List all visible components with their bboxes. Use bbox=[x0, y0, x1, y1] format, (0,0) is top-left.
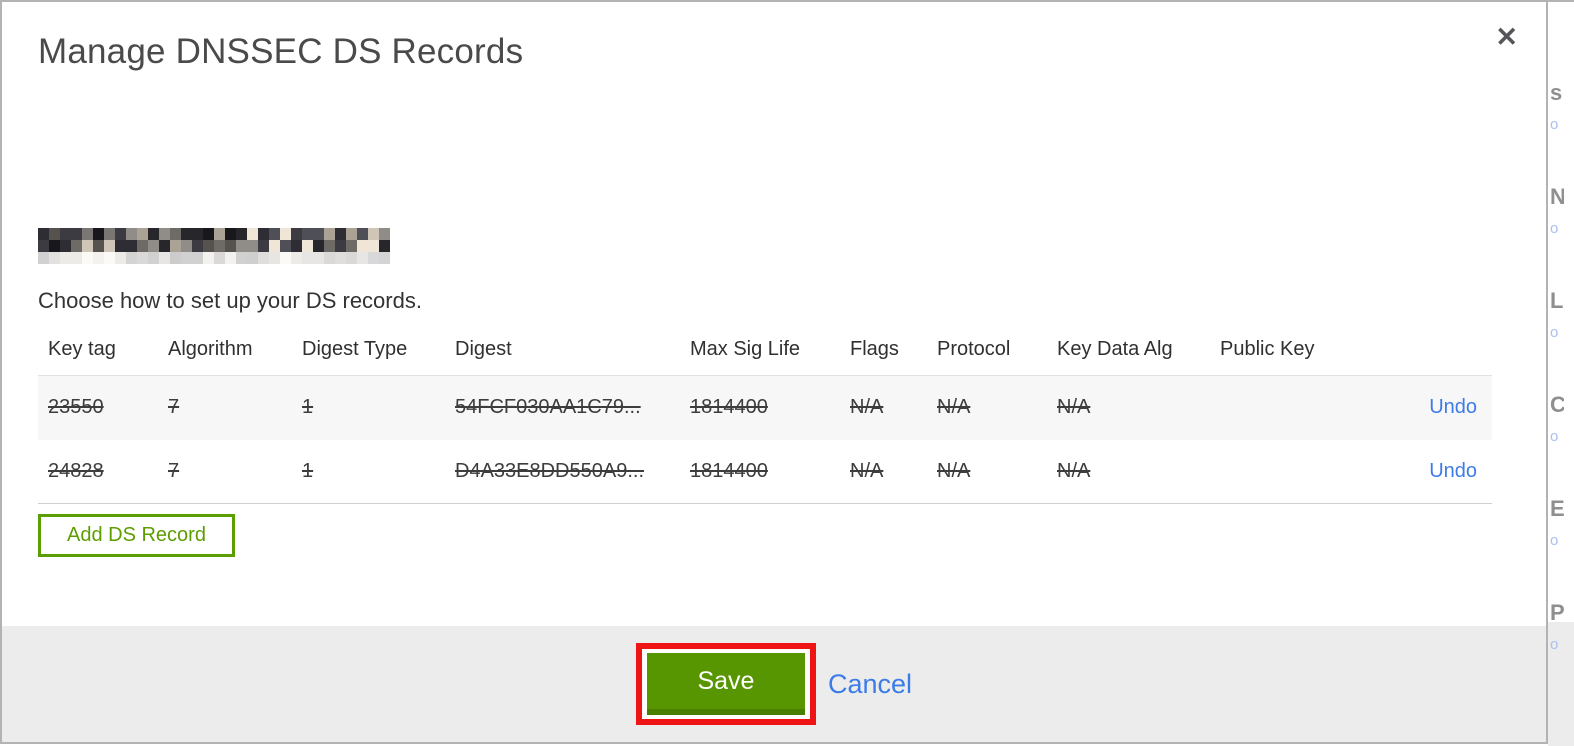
dnssec-ds-records-modal: Manage DNSSEC DS Records ✕ Choose how to… bbox=[0, 0, 1548, 744]
background-page-strip: soNoLoCoEoPo bbox=[1548, 0, 1574, 746]
edge-link-fragment: o bbox=[1550, 324, 1559, 341]
col-header-protocol: Protocol bbox=[937, 338, 1011, 360]
cell-digest: D4A33E8DD550A9... bbox=[455, 459, 645, 482]
edge-link-fragment: o bbox=[1550, 532, 1559, 549]
edge-text-fragment: C bbox=[1550, 392, 1564, 418]
cell-protocol: N/A bbox=[937, 396, 971, 419]
col-header-digest-type: Digest Type bbox=[302, 338, 408, 360]
col-header-digest: Digest bbox=[455, 338, 512, 360]
col-header-actions bbox=[1360, 330, 1492, 376]
close-icon[interactable]: ✕ bbox=[1495, 24, 1518, 51]
cell-algorithm: 7 bbox=[168, 459, 180, 482]
edge-text-fragment: E bbox=[1550, 496, 1564, 521]
col-header-public-key: Public Key bbox=[1220, 338, 1315, 360]
table-row: 24828 7 1 D4A33E8DD550A9... 1814400 N/A … bbox=[38, 439, 1492, 504]
edge-link-fragment: o bbox=[1550, 636, 1559, 653]
col-header-flags: Flags bbox=[850, 338, 899, 360]
instruction-text: Choose how to set up your DS records. bbox=[38, 288, 422, 313]
undo-link[interactable]: Undo bbox=[1429, 460, 1477, 482]
modal-footer: Save Cancel bbox=[2, 626, 1546, 742]
add-ds-record-button[interactable]: Add DS Record bbox=[38, 514, 235, 557]
save-button[interactable]: Save bbox=[646, 653, 805, 715]
cell-max-sig-life: 1814400 bbox=[690, 459, 768, 482]
ds-records-table: Key tag Algorithm Digest Type Digest Max… bbox=[38, 330, 1492, 504]
screen: Manage DNSSEC DS Records ✕ Choose how to… bbox=[0, 0, 1574, 746]
cell-public-key bbox=[1210, 376, 1360, 440]
edge-text-fragment: N bbox=[1550, 184, 1564, 210]
col-header-max-sig-life: Max Sig Life bbox=[690, 338, 801, 360]
cell-flags: N/A bbox=[850, 459, 884, 482]
edge-link-fragment: o bbox=[1550, 428, 1559, 445]
cell-digest-type: 1 bbox=[302, 459, 314, 482]
page-title: Manage DNSSEC DS Records bbox=[38, 32, 524, 71]
col-header-key-data-alg: Key Data Alg bbox=[1057, 338, 1173, 360]
edge-link-fragment: o bbox=[1550, 220, 1559, 237]
edge-link-fragment: o bbox=[1550, 116, 1559, 133]
cell-protocol: N/A bbox=[937, 459, 971, 482]
cell-key-data-alg: N/A bbox=[1057, 396, 1091, 419]
table-row: 23550 7 1 54FCF030AA1C79... 1814400 N/A … bbox=[38, 375, 1492, 440]
edge-text-fragment: s bbox=[1550, 80, 1563, 105]
table-header-row: Key tag Algorithm Digest Type Digest Max… bbox=[38, 330, 1492, 376]
undo-link[interactable]: Undo bbox=[1429, 396, 1477, 418]
cell-digest-type: 1 bbox=[302, 396, 314, 419]
cell-digest: 54FCF030AA1C79... bbox=[455, 396, 641, 419]
col-header-key-tag: Key tag bbox=[48, 338, 116, 360]
cell-public-key bbox=[1210, 440, 1360, 504]
cell-algorithm: 7 bbox=[168, 396, 180, 419]
cell-key-data-alg: N/A bbox=[1057, 459, 1091, 482]
cell-key-tag: 24828 bbox=[48, 459, 104, 482]
cell-max-sig-life: 1814400 bbox=[690, 396, 768, 419]
cell-key-tag: 23550 bbox=[48, 396, 104, 419]
col-header-algorithm: Algorithm bbox=[168, 338, 253, 360]
annotation-highlight-box: Save bbox=[635, 643, 816, 725]
edge-text-fragment: P bbox=[1550, 600, 1564, 625]
cell-flags: N/A bbox=[850, 396, 884, 419]
edge-text-fragment: L bbox=[1550, 288, 1564, 313]
cancel-link[interactable]: Cancel bbox=[828, 669, 912, 700]
domain-name-redacted bbox=[38, 228, 390, 264]
